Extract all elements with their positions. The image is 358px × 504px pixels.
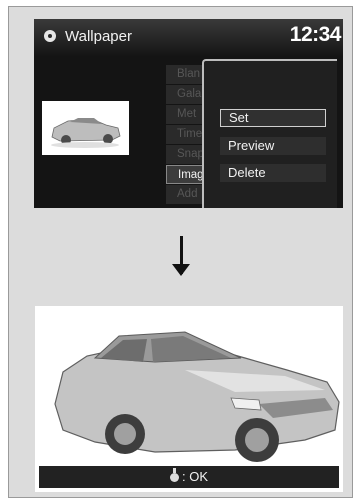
down-arrow-icon <box>172 236 190 276</box>
title-bar: Wallpaper 12:34 <box>34 19 343 56</box>
status-text: : OK <box>181 469 208 484</box>
menu-item-preview[interactable]: Preview <box>220 137 326 155</box>
wallpaper-screen: Wallpaper 12:34 Blan Gala Met Time Snap … <box>34 19 343 208</box>
gear-icon <box>44 30 56 42</box>
car-wallpaper <box>35 306 343 466</box>
screen-title: Wallpaper <box>65 28 132 45</box>
car-thumbnail-icon <box>51 118 121 148</box>
menu-item-delete[interactable]: Delete <box>220 164 326 182</box>
options-popup: Set Preview Delete <box>202 59 337 208</box>
preview-screen: : OK <box>35 306 343 492</box>
selector-dial-icon <box>169 468 179 482</box>
wallpaper-thumbnail <box>42 101 129 155</box>
menu-item-set[interactable]: Set <box>220 109 326 127</box>
clock: 12:34 <box>289 23 342 46</box>
status-bar: : OK <box>39 466 339 488</box>
